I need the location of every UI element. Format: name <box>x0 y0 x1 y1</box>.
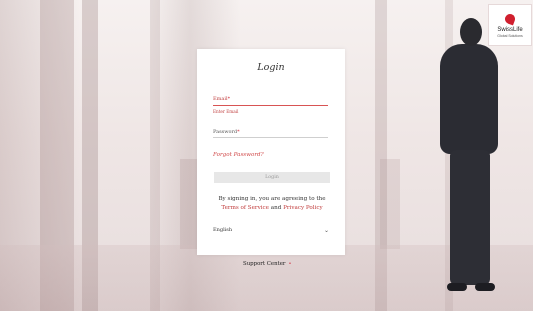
password-field[interactable] <box>213 137 328 138</box>
businessman-silhouette <box>440 44 498 154</box>
swisslife-emblem-icon <box>503 14 517 26</box>
language-select[interactable]: English ⌄ <box>213 225 329 235</box>
chevron-down-icon: ⌄ <box>323 226 329 234</box>
terms-agreement: By signing in, you are agreeing to the T… <box>213 195 331 213</box>
logo-subtitle: Global Solutions <box>497 33 523 38</box>
login-card: Login Email* Enter Email Password* Forgo… <box>197 49 345 255</box>
login-title: Login <box>257 62 285 73</box>
dot-icon: • <box>288 261 292 267</box>
businessman-head <box>460 18 482 46</box>
logo-title: SwissLife <box>497 26 523 33</box>
terms-of-service-link[interactable]: Terms of Service <box>221 205 269 211</box>
swisslife-logo: SwissLife Global Solutions <box>488 4 532 46</box>
forgot-password-link[interactable]: Forgot Password? <box>213 152 264 158</box>
password-label-text: Password <box>213 129 238 135</box>
login-button[interactable]: Login <box>214 172 330 183</box>
email-label-text: Email <box>213 96 228 102</box>
language-value: English <box>213 227 233 233</box>
privacy-policy-link[interactable]: Privacy Policy <box>283 205 323 211</box>
businessman-shoe <box>447 283 467 291</box>
password-label: Password* <box>213 129 240 135</box>
agree-text: By signing in, you are agreeing to the <box>218 196 326 202</box>
support-center-link[interactable]: Support Center • <box>243 261 291 267</box>
and-text: and <box>270 205 282 211</box>
email-field[interactable] <box>213 105 328 106</box>
support-center-label: Support Center <box>243 261 286 267</box>
businessman-legs <box>450 150 490 285</box>
required-mark: * <box>227 96 231 102</box>
businessman-shoe <box>475 283 495 291</box>
email-label: Email* <box>213 96 230 102</box>
email-error-text: Enter Email <box>213 109 239 114</box>
required-mark: * <box>237 129 240 135</box>
